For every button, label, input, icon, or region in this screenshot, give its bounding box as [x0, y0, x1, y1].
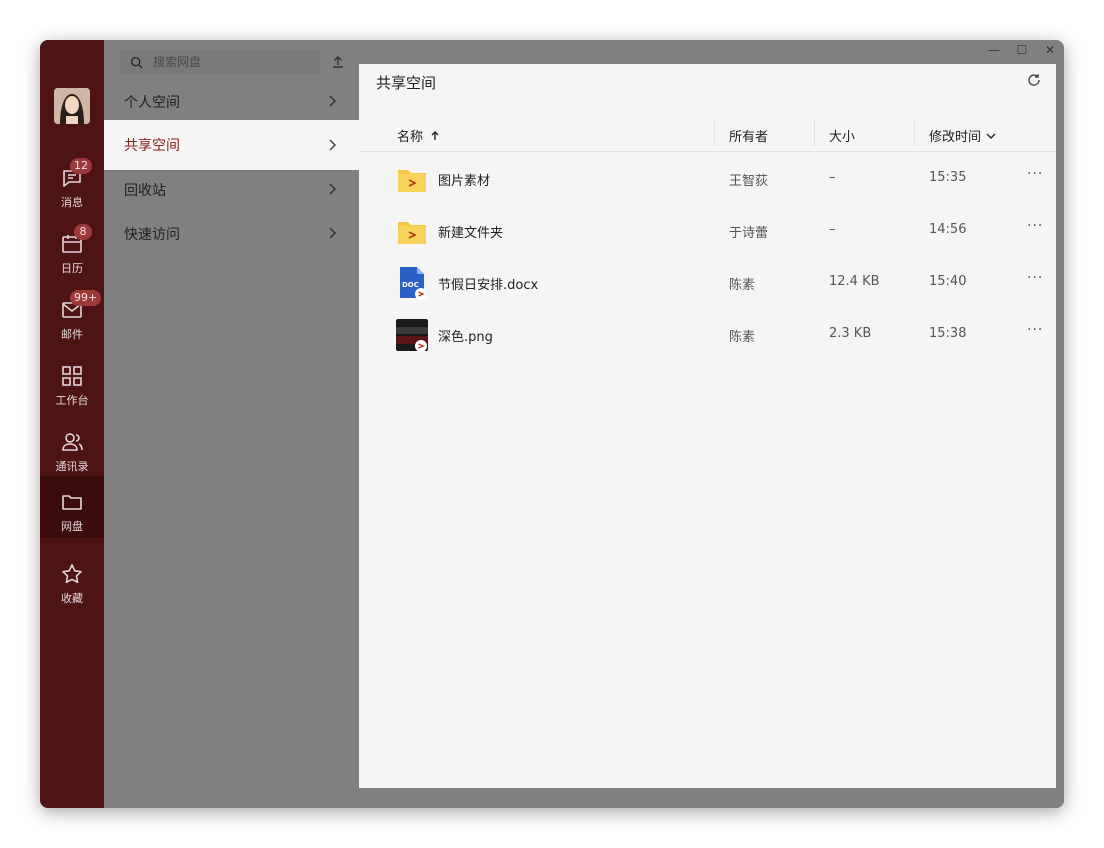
rail-label: 通讯录 — [55, 460, 89, 473]
file-name: 图片素材 — [438, 174, 491, 189]
upload-icon[interactable] — [330, 54, 346, 70]
file-modified-time: 15:40 — [929, 274, 967, 289]
close-button[interactable]: ✕ — [1036, 40, 1064, 60]
chevron-right-icon — [329, 95, 337, 107]
unread-badge: 99+ — [70, 290, 102, 306]
shared-folder-icon — [398, 170, 426, 192]
left-rail: 消息 12 日历 8 邮件 99+ 工作台 通讯录 网盘 收藏 — [40, 40, 104, 808]
drive-nav: 个人空间 共享空间 回收站 快速访问 — [104, 40, 359, 808]
nav-item-personal-space[interactable]: 个人空间 — [104, 80, 359, 124]
file-owner: 陈素 — [729, 330, 756, 345]
file-type-label: DOC — [402, 281, 419, 289]
column-label: 所有者 — [729, 130, 769, 145]
rail-item-mail[interactable]: 邮件 99+ — [40, 284, 104, 346]
page-title: 共享空间 — [376, 74, 437, 92]
file-size: – — [829, 222, 836, 237]
minimize-button[interactable]: — — [980, 40, 1008, 60]
table-row[interactable]: 深色.png 陈素 2.3 KB 15:38 ··· — [359, 308, 1056, 360]
file-size: – — [829, 170, 836, 185]
nav-item-quick-access[interactable]: 快速访问 — [104, 212, 359, 256]
refresh-icon[interactable] — [1026, 72, 1042, 88]
rail-label: 网盘 — [61, 520, 83, 533]
more-actions-button[interactable]: ··· — [1027, 270, 1043, 286]
rail-item-workbench[interactable]: 工作台 — [40, 350, 104, 412]
folder-icon — [62, 495, 82, 510]
user-avatar[interactable] — [54, 88, 90, 124]
docx-file-icon: DOC — [400, 267, 427, 300]
nav-item-label: 回收站 — [124, 183, 166, 199]
star-icon — [62, 564, 82, 584]
table-row[interactable]: 新建文件夹 于诗蕾 – 14:56 ··· — [359, 204, 1056, 256]
file-name: 深色.png — [438, 330, 493, 345]
file-modified-time: 14:56 — [929, 222, 967, 237]
more-actions-button[interactable]: ··· — [1027, 218, 1043, 234]
rail-label: 日历 — [61, 262, 83, 275]
file-owner: 于诗蕾 — [729, 226, 769, 241]
rail-item-messages[interactable]: 消息 12 — [40, 152, 104, 214]
image-thumbnail-icon — [396, 319, 428, 352]
nav-item-label: 共享空间 — [124, 138, 180, 154]
file-list-panel: 共享空间 名称 所有者 大小 修改时间 图片素材 王智荻 – 15:35 ···… — [359, 64, 1056, 788]
app-window: 消息 12 日历 8 邮件 99+ 工作台 通讯录 网盘 收藏 搜索网盘 个人空… — [40, 40, 1064, 808]
search-input[interactable] — [153, 55, 303, 69]
rail-label: 收藏 — [61, 592, 83, 605]
column-header-modified[interactable]: 修改时间 — [929, 126, 997, 145]
rail-item-calendar[interactable]: 日历 8 — [40, 218, 104, 280]
chevron-right-icon — [329, 227, 337, 239]
chevron-right-icon — [329, 183, 337, 195]
rail-label: 消息 — [61, 196, 83, 209]
maximize-button[interactable]: ☐ — [1008, 40, 1036, 60]
sort-ascending-icon — [431, 130, 439, 140]
search-box[interactable] — [120, 50, 320, 74]
rail-label: 邮件 — [61, 328, 83, 341]
nav-item-shared-space[interactable]: 共享空间 — [104, 120, 359, 170]
search-icon — [130, 56, 143, 69]
nav-item-label: 快速访问 — [124, 227, 180, 243]
nav-item-label: 个人空间 — [124, 95, 180, 111]
column-header-size[interactable]: 大小 — [829, 126, 855, 145]
column-label: 名称 — [397, 130, 424, 145]
column-divider — [714, 120, 715, 146]
file-size: 12.4 KB — [829, 274, 880, 289]
grid-icon — [62, 366, 82, 386]
table-row[interactable]: 图片素材 王智荻 – 15:35 ··· — [359, 152, 1056, 204]
column-divider — [814, 120, 815, 146]
column-header-name[interactable]: 名称 — [397, 126, 441, 145]
file-owner: 陈素 — [729, 278, 756, 293]
file-modified-time: 15:38 — [929, 326, 967, 341]
table-header: 名称 所有者 大小 修改时间 — [359, 116, 1056, 152]
column-label: 修改时间 — [929, 130, 982, 145]
bottom-strip — [359, 788, 1064, 808]
window-controls: — ☐ ✕ — [980, 40, 1064, 60]
chevron-down-icon — [986, 133, 996, 139]
file-name: 新建文件夹 — [438, 226, 504, 241]
unread-badge: 12 — [70, 158, 92, 174]
unread-badge: 8 — [74, 224, 92, 240]
rail-label: 工作台 — [55, 394, 89, 407]
column-divider — [914, 120, 915, 146]
nav-item-recycle-bin[interactable]: 回收站 — [104, 168, 359, 212]
file-name: 节假日安排.docx — [438, 278, 539, 293]
shared-folder-icon — [398, 222, 426, 244]
file-modified-time: 15:35 — [929, 170, 967, 185]
more-actions-button[interactable]: ··· — [1027, 322, 1043, 338]
file-owner: 王智荻 — [729, 174, 769, 189]
more-actions-button[interactable]: ··· — [1027, 166, 1043, 182]
column-header-owner[interactable]: 所有者 — [729, 126, 768, 145]
file-size: 2.3 KB — [829, 326, 872, 341]
rail-item-drive[interactable]: 网盘 — [40, 476, 104, 538]
table-row[interactable]: DOC 节假日安排.docx 陈素 12.4 KB 15:40 ··· — [359, 256, 1056, 308]
column-label: 大小 — [829, 130, 856, 145]
rail-item-contacts[interactable]: 通讯录 — [40, 416, 104, 478]
chevron-right-icon — [329, 139, 337, 151]
rail-item-favorites[interactable]: 收藏 — [40, 548, 104, 610]
contacts-icon — [62, 433, 83, 451]
